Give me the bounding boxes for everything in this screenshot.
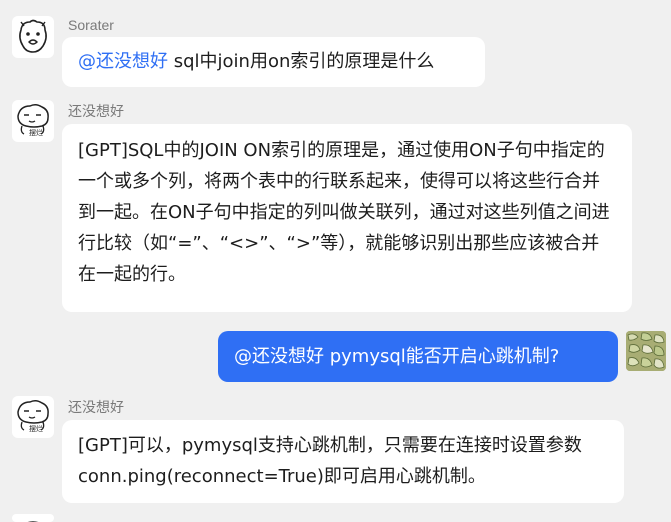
pattern-avatar-icon — [626, 331, 666, 371]
message-text: [GPT]SQL中的JOIN ON索引的原理是，通过使用ON子句中指定的一个或多… — [78, 140, 610, 285]
message-bubble-self[interactable]: @还没想好 pymysql能否开启心跳机制? — [218, 331, 618, 382]
avatar-self[interactable] — [626, 331, 666, 371]
avatar-caption: 摆烂 — [29, 425, 43, 433]
avatar-caption: 摆烂 — [29, 129, 43, 137]
avatar-user[interactable]: 摆烂 — [12, 396, 54, 438]
sender-name: 还没想好 — [68, 399, 124, 415]
avatar-user[interactable]: 摆烂 — [12, 100, 54, 142]
message-bubble[interactable]: [GPT]可以，pymysql支持心跳机制，只需要在连接时设置参数conn.pi… — [62, 420, 624, 503]
avatar-next[interactable] — [12, 514, 54, 522]
message-text: @还没想好 pymysql能否开启心跳机制? — [234, 346, 560, 367]
message-text: [GPT]可以，pymysql支持心跳机制，只需要在连接时设置参数conn.pi… — [78, 435, 582, 487]
avatar-sorater[interactable] — [12, 16, 54, 58]
mention-link[interactable]: @还没想好 — [78, 51, 168, 72]
chat-window[interactable]: Sorater @还没想好 sql中join用on索引的原理是什么 摆烂 还没想… — [0, 0, 671, 522]
message-text: sql中join用on索引的原理是什么 — [168, 51, 435, 72]
sender-name: Sorater — [68, 17, 114, 33]
message-bubble[interactable]: [GPT]SQL中的JOIN ON索引的原理是，通过使用ON子句中指定的一个或多… — [62, 124, 632, 312]
message-bubble[interactable]: @还没想好 sql中join用on索引的原理是什么 — [62, 37, 485, 87]
sender-name: 还没想好 — [68, 103, 124, 119]
cartoon-face-icon — [19, 19, 47, 53]
